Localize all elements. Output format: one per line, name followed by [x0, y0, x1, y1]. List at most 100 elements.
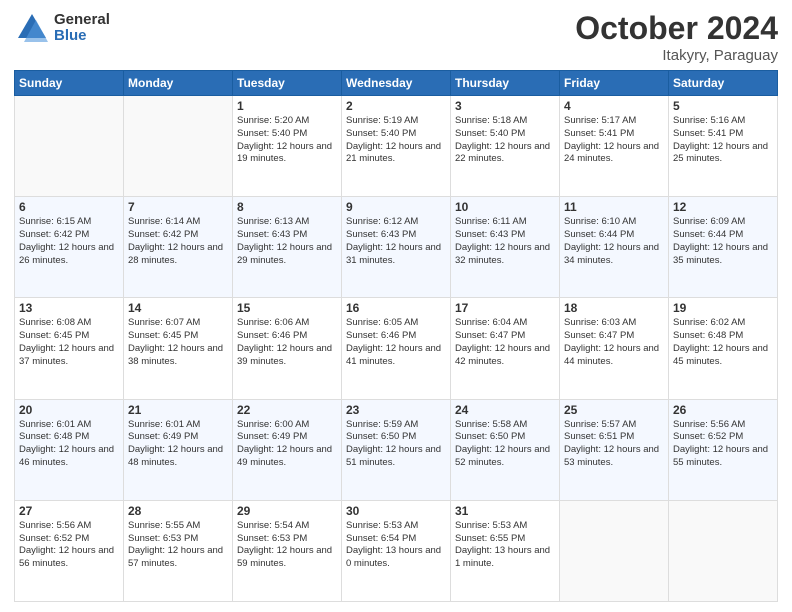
day-cell: 23 Sunrise: 5:59 AM Sunset: 6:50 PM Dayli… — [342, 399, 451, 500]
day-cell: 9 Sunrise: 6:12 AM Sunset: 6:43 PM Daylig… — [342, 197, 451, 298]
calendar-table: SundayMondayTuesdayWednesdayThursdayFrid… — [14, 70, 778, 602]
day-cell: 16 Sunrise: 6:05 AM Sunset: 6:46 PM Dayli… — [342, 298, 451, 399]
day-info: Sunrise: 6:00 AM Sunset: 6:49 PM Dayligh… — [237, 419, 337, 470]
day-info: Sunrise: 6:01 AM Sunset: 6:49 PM Dayligh… — [128, 419, 228, 470]
day-info: Sunrise: 6:04 AM Sunset: 6:47 PM Dayligh… — [455, 317, 555, 368]
day-info: Sunrise: 6:12 AM Sunset: 6:43 PM Dayligh… — [346, 216, 446, 267]
day-number: 15 — [237, 301, 337, 315]
day-cell: 25 Sunrise: 5:57 AM Sunset: 6:51 PM Dayli… — [560, 399, 669, 500]
calendar-header: SundayMondayTuesdayWednesdayThursdayFrid… — [15, 71, 778, 96]
day-number: 26 — [673, 403, 773, 417]
day-number: 12 — [673, 200, 773, 214]
day-info: Sunrise: 6:10 AM Sunset: 6:44 PM Dayligh… — [564, 216, 664, 267]
day-number: 14 — [128, 301, 228, 315]
day-cell — [560, 500, 669, 601]
week-row-3: 13 Sunrise: 6:08 AM Sunset: 6:45 PM Dayli… — [15, 298, 778, 399]
day-info: Sunrise: 5:57 AM Sunset: 6:51 PM Dayligh… — [564, 419, 664, 470]
day-info: Sunrise: 5:59 AM Sunset: 6:50 PM Dayligh… — [346, 419, 446, 470]
month-title: October 2024 — [575, 10, 778, 47]
logo-general: General — [54, 12, 110, 29]
day-cell: 31 Sunrise: 5:53 AM Sunset: 6:55 PM Dayli… — [451, 500, 560, 601]
day-number: 6 — [19, 200, 119, 214]
header-cell-friday: Friday — [560, 71, 669, 96]
day-cell: 10Sunrise: 6:11 AM Sunset: 6:43 PM Dayli… — [451, 197, 560, 298]
day-number: 23 — [346, 403, 446, 417]
day-info: Sunrise: 5:19 AM Sunset: 5:40 PM Dayligh… — [346, 115, 446, 166]
day-number: 11 — [564, 200, 664, 214]
day-number: 9 — [346, 200, 446, 214]
day-info: Sunrise: 6:08 AM Sunset: 6:45 PM Dayligh… — [19, 317, 119, 368]
day-number: 19 — [673, 301, 773, 315]
header: General Blue October 2024 Itakyry, Parag… — [14, 10, 778, 64]
day-cell — [15, 96, 124, 197]
day-number: 17 — [455, 301, 555, 315]
day-info: Sunrise: 5:16 AM Sunset: 5:41 PM Dayligh… — [673, 115, 773, 166]
day-number: 16 — [346, 301, 446, 315]
day-info: Sunrise: 6:07 AM Sunset: 6:45 PM Dayligh… — [128, 317, 228, 368]
day-number: 31 — [455, 504, 555, 518]
day-number: 30 — [346, 504, 446, 518]
day-info: Sunrise: 6:02 AM Sunset: 6:48 PM Dayligh… — [673, 317, 773, 368]
day-cell: 7 Sunrise: 6:14 AM Sunset: 6:42 PM Daylig… — [124, 197, 233, 298]
day-info: Sunrise: 6:14 AM Sunset: 6:42 PM Dayligh… — [128, 216, 228, 267]
header-cell-thursday: Thursday — [451, 71, 560, 96]
logo-text: General Blue — [54, 12, 110, 45]
day-cell: 13 Sunrise: 6:08 AM Sunset: 6:45 PM Dayli… — [15, 298, 124, 399]
day-cell: 24 Sunrise: 5:58 AM Sunset: 6:50 PM Dayli… — [451, 399, 560, 500]
week-row-1: 1 Sunrise: 5:20 AM Sunset: 5:40 PM Daylig… — [15, 96, 778, 197]
header-cell-tuesday: Tuesday — [233, 71, 342, 96]
day-number: 7 — [128, 200, 228, 214]
day-number: 21 — [128, 403, 228, 417]
day-number: 13 — [19, 301, 119, 315]
day-number: 25 — [564, 403, 664, 417]
day-cell: 30 Sunrise: 5:53 AM Sunset: 6:54 PM Dayli… — [342, 500, 451, 601]
header-cell-wednesday: Wednesday — [342, 71, 451, 96]
day-info: Sunrise: 5:53 AM Sunset: 6:55 PM Dayligh… — [455, 520, 555, 571]
day-number: 1 — [237, 99, 337, 113]
week-row-5: 27Sunrise: 5:56 AM Sunset: 6:52 PM Dayli… — [15, 500, 778, 601]
day-cell: 27Sunrise: 5:56 AM Sunset: 6:52 PM Dayli… — [15, 500, 124, 601]
day-info: Sunrise: 6:05 AM Sunset: 6:46 PM Dayligh… — [346, 317, 446, 368]
logo: General Blue — [14, 10, 110, 46]
day-cell: 12Sunrise: 6:09 AM Sunset: 6:44 PM Dayli… — [669, 197, 778, 298]
title-block: October 2024 Itakyry, Paraguay — [575, 10, 778, 64]
day-number: 18 — [564, 301, 664, 315]
header-cell-monday: Monday — [124, 71, 233, 96]
header-cell-saturday: Saturday — [669, 71, 778, 96]
day-info: Sunrise: 6:13 AM Sunset: 6:43 PM Dayligh… — [237, 216, 337, 267]
day-number: 27 — [19, 504, 119, 518]
day-info: Sunrise: 6:01 AM Sunset: 6:48 PM Dayligh… — [19, 419, 119, 470]
day-info: Sunrise: 5:55 AM Sunset: 6:53 PM Dayligh… — [128, 520, 228, 571]
calendar-page: General Blue October 2024 Itakyry, Parag… — [0, 0, 792, 612]
calendar-body: 1 Sunrise: 5:20 AM Sunset: 5:40 PM Daylig… — [15, 96, 778, 602]
day-cell: 6Sunrise: 6:15 AM Sunset: 6:42 PM Daylig… — [15, 197, 124, 298]
day-number: 5 — [673, 99, 773, 113]
day-cell: 17 Sunrise: 6:04 AM Sunset: 6:47 PM Dayli… — [451, 298, 560, 399]
day-cell: 11 Sunrise: 6:10 AM Sunset: 6:44 PM Dayli… — [560, 197, 669, 298]
day-cell — [669, 500, 778, 601]
day-cell: 22 Sunrise: 6:00 AM Sunset: 6:49 PM Dayli… — [233, 399, 342, 500]
day-number: 8 — [237, 200, 337, 214]
day-info: Sunrise: 5:58 AM Sunset: 6:50 PM Dayligh… — [455, 419, 555, 470]
day-info: Sunrise: 5:17 AM Sunset: 5:41 PM Dayligh… — [564, 115, 664, 166]
day-cell: 26 Sunrise: 5:56 AM Sunset: 6:52 PM Dayli… — [669, 399, 778, 500]
day-cell: 28Sunrise: 5:55 AM Sunset: 6:53 PM Dayli… — [124, 500, 233, 601]
day-info: Sunrise: 6:06 AM Sunset: 6:46 PM Dayligh… — [237, 317, 337, 368]
header-row: SundayMondayTuesdayWednesdayThursdayFrid… — [15, 71, 778, 96]
logo-blue: Blue — [54, 28, 110, 45]
day-cell: 4Sunrise: 5:17 AM Sunset: 5:41 PM Daylig… — [560, 96, 669, 197]
day-number: 22 — [237, 403, 337, 417]
day-info: Sunrise: 5:56 AM Sunset: 6:52 PM Dayligh… — [673, 419, 773, 470]
day-cell: 5 Sunrise: 5:16 AM Sunset: 5:41 PM Daylig… — [669, 96, 778, 197]
day-info: Sunrise: 5:20 AM Sunset: 5:40 PM Dayligh… — [237, 115, 337, 166]
day-cell: 18Sunrise: 6:03 AM Sunset: 6:47 PM Dayli… — [560, 298, 669, 399]
day-cell: 29Sunrise: 5:54 AM Sunset: 6:53 PM Dayli… — [233, 500, 342, 601]
day-number: 24 — [455, 403, 555, 417]
day-cell: 8 Sunrise: 6:13 AM Sunset: 6:43 PM Daylig… — [233, 197, 342, 298]
day-info: Sunrise: 5:18 AM Sunset: 5:40 PM Dayligh… — [455, 115, 555, 166]
day-info: Sunrise: 5:53 AM Sunset: 6:54 PM Dayligh… — [346, 520, 446, 571]
logo-icon — [14, 10, 50, 46]
day-cell: 2Sunrise: 5:19 AM Sunset: 5:40 PM Daylig… — [342, 96, 451, 197]
day-number: 20 — [19, 403, 119, 417]
day-cell: 3Sunrise: 5:18 AM Sunset: 5:40 PM Daylig… — [451, 96, 560, 197]
